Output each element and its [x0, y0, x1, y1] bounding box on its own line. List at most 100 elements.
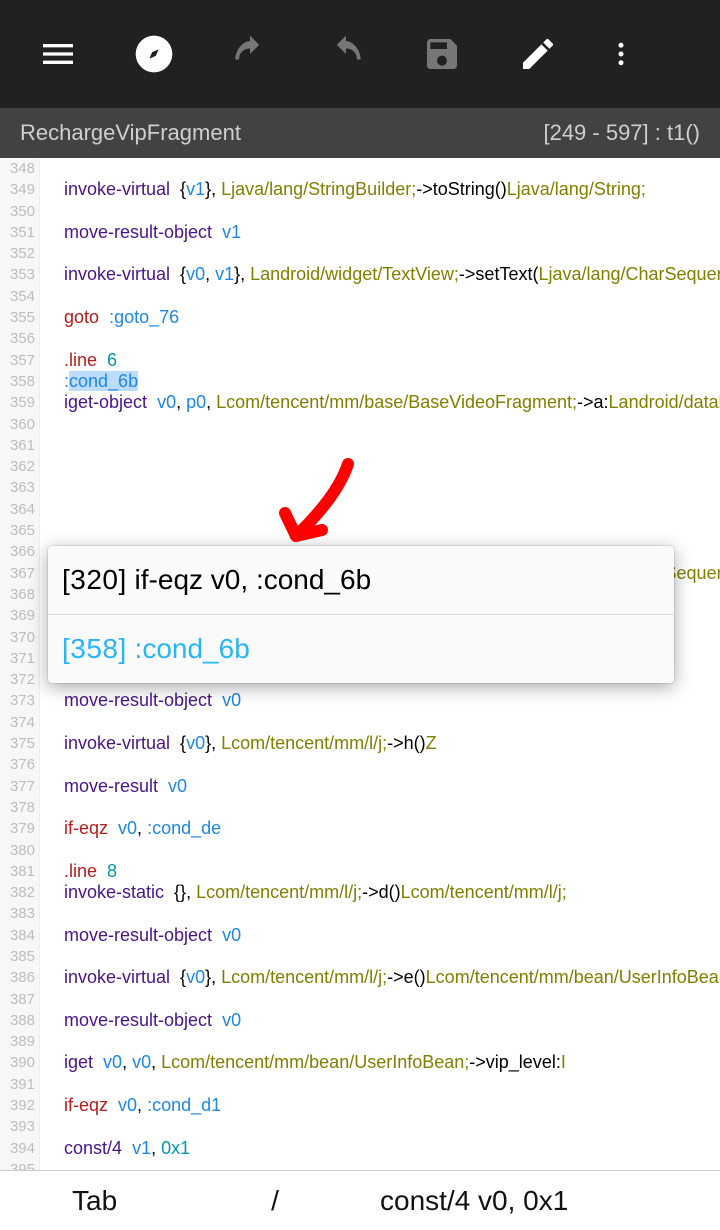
gutter-line: 360	[0, 414, 35, 435]
bottom-snippet[interactable]: const/4 v0, 0x1	[360, 1185, 720, 1217]
code-line[interactable]: invoke-virtual {v0}, Lcom/tencent/mm/l/j…	[40, 967, 720, 988]
navigate-button[interactable]	[106, 0, 202, 108]
code-line[interactable]: const/4 v1, 0x1	[40, 1138, 720, 1159]
undo-icon	[228, 32, 272, 76]
code-line[interactable]	[40, 1159, 720, 1170]
code-line[interactable]: invoke-static {}, Lcom/tencent/mm/l/j;->…	[40, 882, 720, 903]
code-line[interactable]: move-result-object v0	[40, 690, 720, 711]
gutter-line: 367	[0, 563, 35, 584]
edit-button[interactable]	[490, 0, 586, 108]
code-line[interactable]	[40, 840, 720, 861]
code-line[interactable]	[40, 499, 720, 520]
goto-popup: [320] if-eqz v0, :cond_6b [358] :cond_6b	[48, 546, 674, 683]
code-line[interactable]	[40, 477, 720, 498]
gutter-line: 385	[0, 946, 35, 967]
code-line[interactable]	[40, 754, 720, 775]
code-line[interactable]: move-result-object v1	[40, 222, 720, 243]
code-line[interactable]: invoke-virtual {v1}, Ljava/lang/StringBu…	[40, 179, 720, 200]
gutter-line: 387	[0, 989, 35, 1010]
gutter-line: 377	[0, 776, 35, 797]
code-line[interactable]	[40, 1074, 720, 1095]
code-line[interactable]: invoke-virtual {v0, v1}, Landroid/widget…	[40, 264, 720, 285]
gutter-line: 359	[0, 392, 35, 413]
code-line[interactable]: move-result-object v0	[40, 925, 720, 946]
code-line[interactable]	[40, 520, 720, 541]
code-line[interactable]: iget-object v0, p0, Lcom/tencent/mm/base…	[40, 392, 720, 413]
popup-item-num: [358]	[62, 633, 127, 664]
hamburger-icon	[38, 34, 78, 74]
gutter-line: 388	[0, 1010, 35, 1031]
gutter-line: 384	[0, 925, 35, 946]
gutter-line: 348	[0, 158, 35, 179]
code-line[interactable]	[40, 1116, 720, 1137]
bottom-bar: Tab / const/4 v0, 0x1	[0, 1170, 720, 1230]
popup-item[interactable]: [358] :cond_6b	[48, 614, 674, 683]
code-line[interactable]: goto :goto_76	[40, 307, 720, 328]
file-range: [249 - 597] : t1()	[543, 120, 700, 146]
code-line[interactable]: iget v0, v0, Lcom/tencent/mm/bean/UserIn…	[40, 1052, 720, 1073]
gutter-line: 369	[0, 605, 35, 626]
code-line[interactable]: invoke-virtual {v0}, Lcom/tencent/mm/l/j…	[40, 733, 720, 754]
gutter-line: 386	[0, 967, 35, 988]
gutter-line: 379	[0, 818, 35, 839]
popup-item[interactable]: [320] if-eqz v0, :cond_6b	[48, 546, 674, 614]
save-button[interactable]	[394, 0, 490, 108]
code-line[interactable]	[40, 946, 720, 967]
gutter-line: 378	[0, 797, 35, 818]
redo-icon	[324, 32, 368, 76]
gutter-line: 394	[0, 1138, 35, 1159]
code-line[interactable]	[40, 712, 720, 733]
code-line[interactable]	[40, 903, 720, 924]
menu-button[interactable]	[10, 0, 106, 108]
code-line[interactable]: move-result-object v0	[40, 1010, 720, 1031]
gutter-line: 371	[0, 648, 35, 669]
code-line[interactable]	[40, 158, 720, 179]
code-line[interactable]	[40, 328, 720, 349]
gutter-line: 375	[0, 733, 35, 754]
gutter-line: 353	[0, 264, 35, 285]
code-line[interactable]	[40, 435, 720, 456]
code-line[interactable]: if-eqz v0, :cond_d1	[40, 1095, 720, 1116]
toolbar	[0, 0, 720, 108]
gutter-line: 395	[0, 1159, 35, 1170]
gutter-line: 361	[0, 435, 35, 456]
gutter-line: 383	[0, 903, 35, 924]
bottom-slash[interactable]: /	[190, 1185, 360, 1217]
gutter-line: 366	[0, 541, 35, 562]
code-line[interactable]: :cond_6b	[40, 371, 720, 392]
more-vert-icon	[606, 34, 636, 74]
undo-button[interactable]	[202, 0, 298, 108]
gutter-line: 354	[0, 286, 35, 307]
popup-item-text: if-eqz v0, :cond_6b	[127, 564, 371, 595]
gutter-line: 380	[0, 840, 35, 861]
code-line[interactable]	[40, 201, 720, 222]
code-line[interactable]	[40, 243, 720, 264]
gutter-line: 370	[0, 627, 35, 648]
line-gutter: 3483493503513523533543553563573583593603…	[0, 158, 40, 1170]
code-line[interactable]	[40, 797, 720, 818]
gutter-line: 389	[0, 1031, 35, 1052]
gutter-line: 349	[0, 179, 35, 200]
save-icon	[422, 34, 462, 74]
code-line[interactable]	[40, 989, 720, 1010]
gutter-line: 351	[0, 222, 35, 243]
gutter-line: 352	[0, 243, 35, 264]
compass-icon	[132, 32, 176, 76]
redo-button[interactable]	[298, 0, 394, 108]
code-line[interactable]: if-eqz v0, :cond_de	[40, 818, 720, 839]
code-line[interactable]	[40, 1031, 720, 1052]
code-line[interactable]: .line 6	[40, 350, 720, 371]
code-editor[interactable]: 3483493503513523533543553563573583593603…	[0, 158, 720, 1170]
breadcrumb: RechargeVipFragment [249 - 597] : t1()	[0, 108, 720, 158]
gutter-line: 381	[0, 861, 35, 882]
code-line[interactable]	[40, 456, 720, 477]
gutter-line: 368	[0, 584, 35, 605]
code-line[interactable]	[40, 414, 720, 435]
arrow-annotation	[240, 458, 360, 558]
code-line[interactable]: move-result v0	[40, 776, 720, 797]
overflow-button[interactable]	[586, 0, 656, 108]
code-line[interactable]	[40, 286, 720, 307]
code-line[interactable]: .line 8	[40, 861, 720, 882]
bottom-tab[interactable]: Tab	[0, 1185, 190, 1217]
gutter-line: 374	[0, 712, 35, 733]
